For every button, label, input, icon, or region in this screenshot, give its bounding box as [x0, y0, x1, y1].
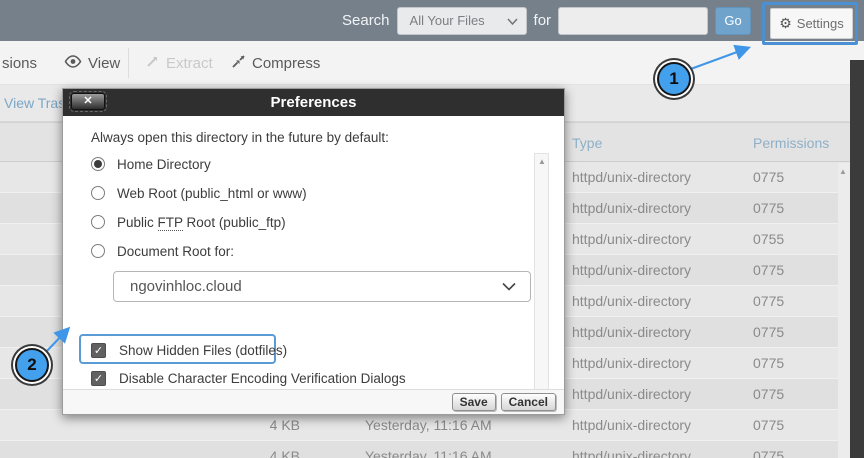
cell-permissions: 0775 — [753, 410, 784, 441]
search-label: Search — [342, 12, 390, 29]
scroll-up-icon[interactable]: ▲ — [538, 157, 546, 166]
table-scrollbar[interactable]: ▲ — [838, 163, 850, 458]
ftp-abbr: FTP — [158, 215, 183, 231]
cell-permissions: 0775 — [753, 286, 784, 317]
toolbar-compress-button[interactable]: Compress — [231, 41, 320, 85]
cancel-button[interactable]: Cancel — [501, 393, 556, 411]
chevron-down-icon — [507, 13, 518, 28]
cell-last-modified: Yesterday, 11:16 AM — [365, 441, 492, 458]
toolbar-compress-label: Compress — [252, 55, 320, 72]
chevron-down-icon — [502, 278, 516, 295]
close-icon[interactable]: ✕ — [71, 93, 105, 110]
cell-permissions: 0775 — [753, 255, 784, 286]
eye-icon — [64, 55, 82, 72]
dialog-scrollbar[interactable]: ▲ ▼ — [534, 153, 549, 403]
radio-label: Public FTP Root (public_ftp) — [117, 215, 286, 230]
document-root-domain-select[interactable]: ngovinhloc.cloud — [113, 271, 531, 302]
radio-option-home-directory[interactable]: Home Directory — [91, 155, 536, 173]
settings-label: Settings — [797, 16, 844, 31]
callout-number: 2 — [27, 355, 36, 375]
cell-type: httpd/unix-directory — [572, 193, 691, 224]
callout-2-badge: 2 — [15, 348, 49, 382]
checkbox-label: Disable Character Encoding Verification … — [119, 371, 406, 386]
settings-callout-box: ⚙ Settings — [762, 2, 858, 45]
dialog-heading: Always open this directory in the future… — [91, 130, 536, 145]
cell-type: httpd/unix-directory — [572, 379, 691, 410]
cell-size: 4 KB — [240, 441, 300, 458]
toolbar-permissions-label: sions — [2, 55, 37, 72]
radio-option-web-root[interactable]: Web Root (public_html or www) — [91, 184, 536, 202]
gear-icon: ⚙ — [779, 15, 792, 32]
cell-permissions: 0775 — [753, 441, 784, 458]
radio-label: Web Root (public_html or www) — [117, 186, 307, 201]
compress-icon — [231, 54, 246, 73]
toolbar-divider — [128, 48, 129, 78]
toolbar-extract-label: Extract — [166, 55, 213, 72]
dialog-body: Always open this directory in the future… — [63, 116, 564, 391]
search-scope-value: All Your Files — [410, 13, 485, 28]
radio-label: Document Root for: — [117, 244, 234, 259]
search-for-label: for — [534, 12, 552, 29]
radio-option-public-ftp-root[interactable]: Public FTP Root (public_ftp) — [91, 213, 536, 231]
file-manager-toolbar: sions View Extract Compress — [0, 41, 864, 85]
cell-type: httpd/unix-directory — [572, 255, 691, 286]
checkbox-show-hidden-files[interactable]: ✓ Show Hidden Files (dotfiles) — [91, 340, 287, 360]
cell-permissions: 0775 — [753, 348, 784, 379]
preferences-dialog: ✕ Preferences Always open this directory… — [62, 88, 565, 415]
cell-type: httpd/unix-directory — [572, 410, 691, 441]
radio-icon[interactable] — [91, 244, 105, 258]
search-topbar: Search All Your Files for Go — [0, 0, 864, 41]
cell-permissions: 0775 — [753, 193, 784, 224]
cell-type: httpd/unix-directory — [572, 317, 691, 348]
cell-permissions: 0775 — [753, 379, 784, 410]
checkbox-checked-icon[interactable]: ✓ — [91, 343, 106, 358]
scroll-up-icon[interactable]: ▲ — [839, 167, 847, 176]
right-edge-panel — [850, 60, 864, 458]
dialog-title: Preferences — [63, 89, 564, 116]
search-scope-select[interactable]: All Your Files — [397, 7, 527, 35]
cell-type: httpd/unix-directory — [572, 348, 691, 379]
radio-selected-icon[interactable] — [91, 157, 105, 171]
cell-permissions: 0755 — [753, 224, 784, 255]
dialog-header: ✕ Preferences — [63, 89, 564, 116]
radio-icon[interactable] — [91, 215, 105, 229]
cell-type: httpd/unix-directory — [572, 162, 691, 193]
dialog-footer: Save Cancel — [63, 389, 564, 414]
column-header-permissions[interactable]: Permissions — [753, 123, 829, 163]
radio-option-document-root[interactable]: Document Root for: — [91, 242, 536, 260]
go-button[interactable]: Go — [715, 7, 751, 35]
domain-select-value: ngovinhloc.cloud — [130, 278, 242, 295]
callout-number: 1 — [669, 69, 678, 89]
cell-permissions: 0775 — [753, 317, 784, 348]
extract-icon — [145, 54, 160, 73]
cell-permissions: 0775 — [753, 162, 784, 193]
toolbar-view-label: View — [88, 55, 120, 72]
column-header-type[interactable]: Type — [572, 123, 602, 163]
radio-label: Home Directory — [117, 157, 211, 172]
checkbox-label: Show Hidden Files (dotfiles) — [119, 343, 287, 358]
search-input[interactable] — [558, 7, 708, 35]
cell-type: httpd/unix-directory — [572, 441, 691, 458]
cell-type: httpd/unix-directory — [572, 286, 691, 317]
radio-icon[interactable] — [91, 186, 105, 200]
save-button[interactable]: Save — [452, 393, 496, 411]
toolbar-permissions-button[interactable]: sions — [2, 41, 37, 85]
toolbar-extract-button[interactable]: Extract — [145, 41, 213, 85]
checkbox-disable-encoding-dialogs[interactable]: ✓ Disable Character Encoding Verificatio… — [91, 368, 406, 388]
settings-button[interactable]: ⚙ Settings — [770, 8, 853, 39]
cell-type: httpd/unix-directory — [572, 224, 691, 255]
checkbox-checked-icon[interactable]: ✓ — [91, 371, 106, 386]
table-row[interactable]: 4 KB Yesterday, 11:16 AM httpd/unix-dire… — [0, 441, 850, 458]
callout-1-badge: 1 — [657, 62, 691, 96]
toolbar-view-button[interactable]: View — [64, 41, 120, 85]
